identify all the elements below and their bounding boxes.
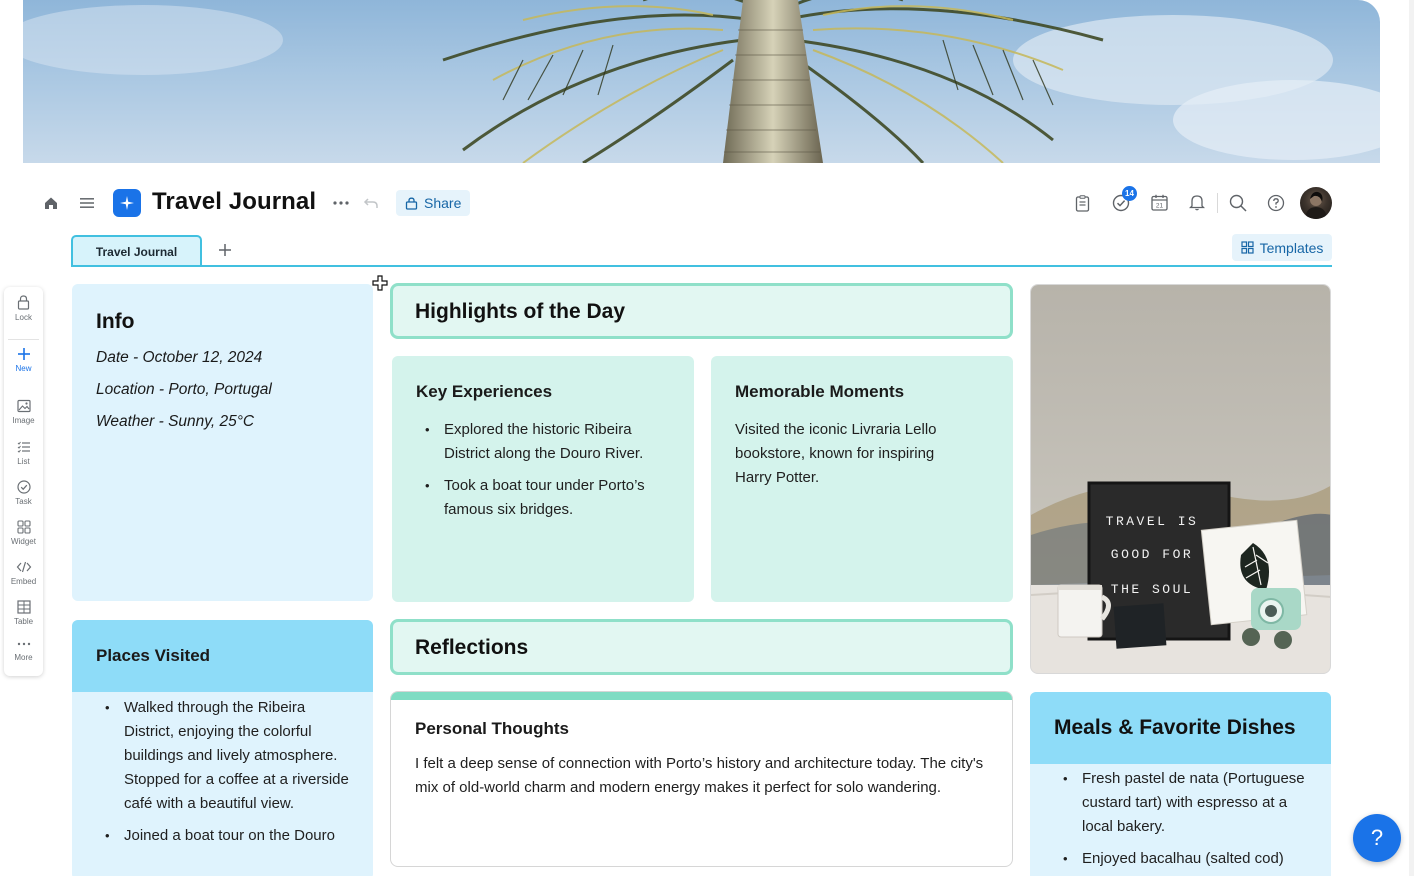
more-icon — [17, 642, 30, 646]
toolbar-separator — [8, 339, 39, 340]
templates-label: Templates — [1259, 239, 1324, 256]
memorable-moments-text: Visited the iconic Livraria Lello bookst… — [735, 421, 937, 486]
left-toolbar: Lock New Image List Task Widget Embed Ta… — [4, 287, 43, 676]
toolbar-widget-button[interactable]: Widget — [4, 520, 43, 546]
lock-icon — [17, 295, 30, 310]
toolbar-list-button[interactable]: List — [4, 440, 43, 466]
info-location: Location - Porto, Portugal — [96, 381, 272, 398]
toolbar-task-button[interactable]: Task — [4, 480, 43, 506]
toolbar-divider — [1217, 193, 1218, 213]
info-date: Date - October 12, 2024 — [96, 349, 263, 366]
reflections-heading: Reflections — [415, 636, 529, 659]
personal-thoughts-heading: Personal Thoughts — [415, 719, 569, 738]
share-label: Share — [424, 195, 462, 211]
code-icon — [16, 561, 31, 573]
table-icon — [16, 600, 31, 614]
highlights-card[interactable]: Highlights of the Day — [390, 283, 1013, 339]
calendar-day-number: 21 — [1155, 202, 1163, 209]
share-button[interactable]: Share — [396, 190, 471, 216]
toolbar-image-label: Image — [12, 416, 35, 425]
key-experiences-list: Explored the historic Ribeira District a… — [425, 418, 672, 530]
widget-icon — [16, 520, 31, 534]
sign-line-2: GOOD FOR — [1111, 547, 1193, 562]
personal-thoughts-text: I felt a deep sense of connection with P… — [415, 755, 984, 796]
plus-icon — [17, 348, 30, 360]
meals-list: Fresh pastel de nata (Portuguese custard… — [1063, 767, 1317, 876]
toolbar-task-label: Task — [15, 497, 32, 506]
toolbar-lock-button[interactable]: Lock — [4, 295, 43, 322]
help-icon[interactable] — [1266, 193, 1285, 212]
toolbar-widget-label: Widget — [11, 537, 36, 546]
toolbar-table-button[interactable]: Table — [4, 600, 43, 626]
scrollbar[interactable] — [1409, 0, 1414, 876]
reflections-card[interactable]: Reflections — [390, 619, 1013, 675]
templates-grid-icon — [1240, 241, 1254, 254]
sign-line-1: TRAVEL IS — [1106, 514, 1199, 529]
search-icon[interactable] — [1228, 193, 1247, 212]
page-title[interactable]: Travel Journal — [152, 188, 316, 216]
list-item: Fresh pastel de nata (Portuguese custard… — [1063, 767, 1317, 839]
bell-icon[interactable] — [1188, 193, 1206, 211]
info-heading: Info — [96, 310, 135, 333]
menu-icon[interactable] — [78, 194, 96, 212]
undo-icon[interactable] — [362, 194, 380, 212]
memorable-moments-card[interactable]: Memorable Moments Visited the iconic Liv… — [711, 356, 1013, 602]
move-cursor-icon — [372, 275, 388, 296]
tab-travel-journal[interactable]: Travel Journal — [71, 235, 202, 266]
toolbar-more-button[interactable]: More — [4, 642, 43, 662]
toolbar-more-label: More — [14, 653, 33, 662]
page: Travel Journal Share 14 21 Travel Journa… — [0, 0, 1414, 876]
sign-line-3: THE SOUL — [1111, 582, 1193, 597]
toolbar-lock-label: Lock — [15, 313, 32, 322]
help-chat-button[interactable]: ? — [1353, 814, 1401, 862]
toolbar-new-button[interactable]: New — [4, 347, 43, 373]
toolbar-image-button[interactable]: Image — [4, 399, 43, 425]
places-visited-heading: Places Visited — [96, 646, 211, 665]
cover-image[interactable] — [23, 0, 1380, 163]
toolbar-list-label: List — [17, 457, 30, 466]
list-item: Took a boat tour under Porto’s famous si… — [425, 474, 672, 522]
toolbar-new-label: New — [15, 364, 32, 373]
list-item: Walked through the Ribeira District, enj… — [105, 696, 354, 816]
memorable-moments-heading: Memorable Moments — [735, 382, 905, 401]
list-item: Joined a boat tour on the Douro — [105, 824, 354, 848]
highlights-heading: Highlights of the Day — [415, 300, 625, 323]
tasks-count-badge: 14 — [1122, 186, 1137, 201]
add-tab-icon[interactable] — [216, 241, 234, 259]
photo-card[interactable]: TRAVEL IS GOOD FOR THE SOUL — [1030, 284, 1331, 674]
notes-icon[interactable] — [1073, 194, 1091, 212]
list-icon — [17, 441, 30, 453]
home-icon[interactable] — [42, 194, 60, 212]
user-avatar[interactable] — [1300, 187, 1332, 219]
key-experiences-heading: Key Experiences — [416, 382, 553, 401]
places-visited-card[interactable]: Places Visited Walked through the Ribeir… — [72, 620, 373, 876]
palm-tree-illustration — [23, 0, 1380, 163]
meals-card[interactable]: Meals & Favorite Dishes Fresh pastel de … — [1030, 692, 1331, 876]
calendar-icon[interactable]: 21 — [1150, 193, 1168, 211]
app-logo-icon — [113, 189, 141, 217]
places-visited-list: Walked through the Ribeira District, enj… — [105, 696, 354, 856]
info-weather: Weather - Sunny, 25°C — [96, 413, 255, 430]
more-options-icon[interactable] — [332, 194, 350, 212]
key-experiences-card[interactable]: Key Experiences Explored the historic Ri… — [392, 356, 694, 602]
card-accent-bar — [391, 692, 1012, 700]
personal-thoughts-card[interactable]: Personal Thoughts I felt a deep sense of… — [390, 691, 1013, 867]
places-visited-header: Places Visited — [72, 620, 373, 692]
templates-button[interactable]: Templates — [1232, 234, 1332, 261]
toolbar-table-label: Table — [13, 617, 34, 626]
meals-header: Meals & Favorite Dishes — [1030, 692, 1331, 764]
toolbar-embed-label: Embed — [10, 577, 37, 586]
info-card[interactable]: Info Date - October 12, 2024 Location - … — [72, 284, 373, 601]
share-icon — [405, 197, 418, 210]
check-circle-icon — [16, 480, 31, 494]
toolbar-embed-button[interactable]: Embed — [4, 560, 43, 586]
list-item: Enjoyed bacalhau (salted cod) — [1063, 847, 1317, 871]
image-icon — [16, 399, 31, 413]
letter-board-photo: TRAVEL IS GOOD FOR THE SOUL — [1031, 285, 1330, 673]
meals-heading: Meals & Favorite Dishes — [1054, 716, 1296, 739]
tab-underline — [71, 265, 1332, 267]
list-item: Explored the historic Ribeira District a… — [425, 418, 672, 466]
